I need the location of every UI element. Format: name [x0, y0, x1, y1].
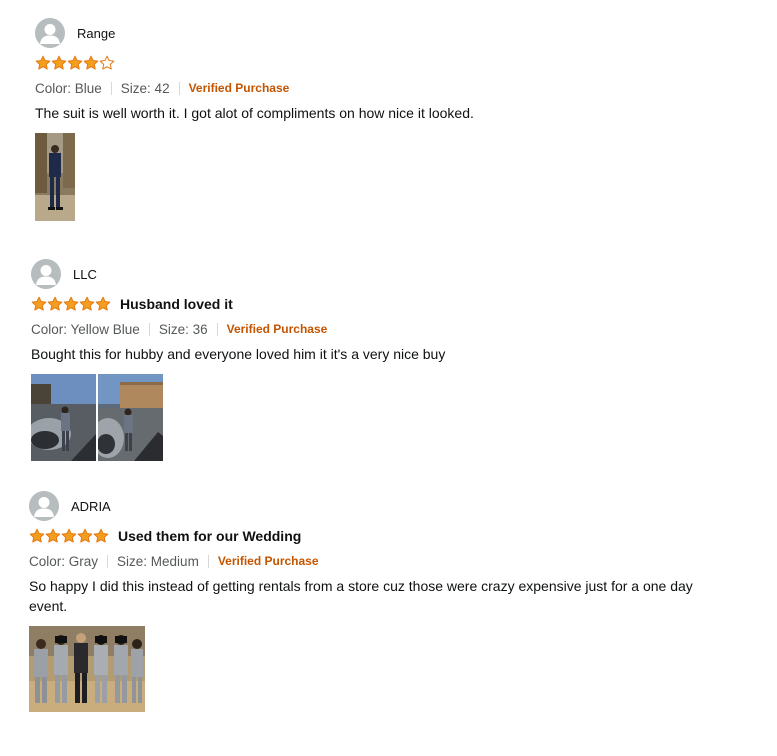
star-filled-icon	[61, 528, 77, 543]
divider	[110, 81, 112, 95]
avatar-icon	[31, 259, 61, 289]
star-filled-icon	[45, 528, 61, 543]
avatar-icon	[35, 18, 65, 48]
verified-purchase-badge: Verified Purchase	[188, 81, 290, 95]
review-photo[interactable]	[29, 626, 145, 712]
rating-title-row: Husband loved it	[31, 294, 731, 314]
reviewer-profile[interactable]: LLC	[31, 259, 731, 289]
size-variant[interactable]: Size: Medium	[117, 554, 199, 569]
star-filled-icon	[95, 296, 111, 311]
star-filled-icon	[79, 296, 95, 311]
review-format-strip: Color: Yellow Blue Size: 36 Verified Pur…	[31, 320, 731, 338]
reviewer-name: LLC	[73, 266, 97, 282]
review-photos	[35, 133, 735, 221]
rating-title-row	[35, 53, 735, 73]
star-filled-icon	[67, 55, 83, 70]
review-body: The suit is well worth it. I got alot of…	[35, 105, 474, 121]
color-variant[interactable]: Color: Gray	[29, 554, 98, 569]
divider	[207, 554, 209, 568]
divider	[148, 322, 150, 336]
review-photos	[31, 374, 731, 461]
star-filled-icon	[29, 528, 45, 543]
color-variant[interactable]: Color: Yellow Blue	[31, 322, 140, 337]
divider	[107, 554, 109, 568]
review-3: ADRIA Used them for our Wedding Color: G…	[29, 491, 729, 712]
size-variant[interactable]: Size: 42	[121, 81, 170, 96]
review-format-strip: Color: Gray Size: Medium Verified Purcha…	[29, 552, 729, 570]
reviewer-profile[interactable]: ADRIA	[29, 491, 729, 521]
color-variant[interactable]: Color: Blue	[35, 81, 102, 96]
star-empty-icon	[99, 55, 115, 70]
avatar-icon	[29, 491, 59, 521]
review-photo[interactable]	[98, 374, 163, 461]
review-title[interactable]: Husband loved it	[120, 296, 233, 312]
star-filled-icon	[63, 296, 79, 311]
review-body: So happy I did this instead of getting r…	[29, 578, 693, 614]
star-rating[interactable]	[29, 528, 109, 544]
review-photo[interactable]	[35, 133, 75, 221]
star-filled-icon	[83, 55, 99, 70]
verified-purchase-badge: Verified Purchase	[226, 322, 328, 336]
star-rating[interactable]	[31, 296, 111, 312]
star-filled-icon	[51, 55, 67, 70]
divider	[216, 322, 218, 336]
star-filled-icon	[31, 296, 47, 311]
review-title[interactable]: Used them for our Wedding	[118, 528, 301, 544]
review-photo[interactable]	[31, 374, 96, 461]
reviewer-profile[interactable]: Range	[35, 18, 735, 48]
review-body: Bought this for hubby and everyone loved…	[31, 346, 446, 362]
review-1: Range Color: Blue Size: 42 Verified Purc…	[35, 18, 735, 221]
reviewer-name: Range	[77, 25, 116, 41]
verified-purchase-badge: Verified Purchase	[217, 554, 319, 568]
star-filled-icon	[47, 296, 63, 311]
review-format-strip: Color: Blue Size: 42 Verified Purchase	[35, 79, 735, 97]
review-photos	[29, 626, 729, 712]
reviewer-name: ADRIA	[71, 498, 111, 514]
star-filled-icon	[35, 55, 51, 70]
star-filled-icon	[93, 528, 109, 543]
review-2: LLC Husband loved it Color: Yellow Blue …	[31, 259, 731, 461]
star-filled-icon	[77, 528, 93, 543]
rating-title-row: Used them for our Wedding	[29, 526, 729, 546]
divider	[178, 81, 180, 95]
star-rating[interactable]	[35, 55, 115, 71]
size-variant[interactable]: Size: 36	[159, 322, 208, 337]
